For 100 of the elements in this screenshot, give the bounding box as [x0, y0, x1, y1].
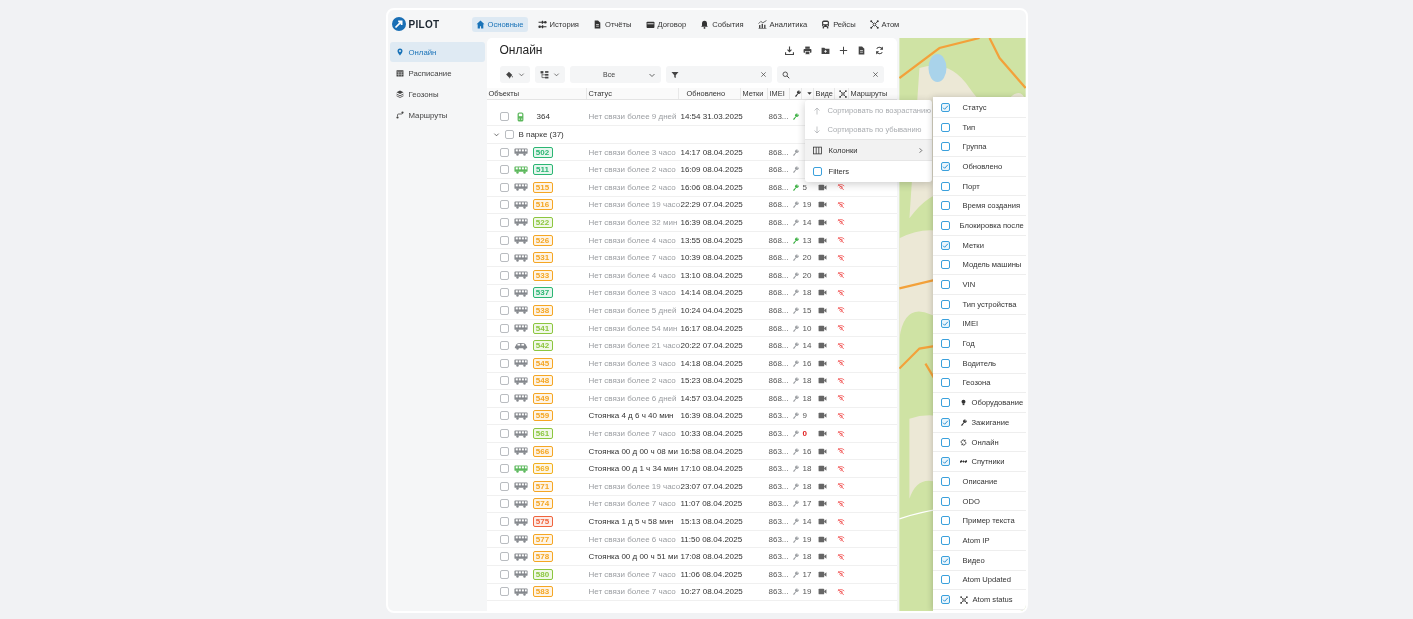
checkbox[interactable] — [499, 253, 509, 263]
grouping-dropdown[interactable] — [534, 66, 565, 83]
video-camera-icon[interactable] — [817, 235, 827, 245]
checkbox[interactable] — [940, 457, 950, 467]
checkbox[interactable] — [499, 270, 509, 280]
checkbox[interactable] — [940, 437, 950, 447]
checkbox[interactable] — [499, 464, 509, 474]
checkbox[interactable] — [940, 122, 950, 132]
checkbox[interactable] — [499, 165, 509, 175]
checkbox[interactable] — [499, 481, 509, 491]
checkbox[interactable] — [499, 411, 509, 421]
checkbox[interactable] — [499, 147, 509, 157]
checkbox[interactable] — [499, 235, 509, 245]
checkbox[interactable] — [499, 569, 509, 579]
refresh-icon[interactable] — [874, 45, 884, 55]
checkbox[interactable] — [499, 376, 509, 386]
checkbox[interactable] — [940, 476, 950, 486]
video-camera-icon[interactable] — [817, 534, 827, 544]
checkbox[interactable] — [940, 220, 950, 230]
vehicle-number: 511 — [532, 164, 553, 176]
checkbox[interactable] — [499, 112, 509, 122]
checkbox[interactable] — [940, 280, 950, 290]
video-camera-icon[interactable] — [817, 182, 827, 192]
key-icon[interactable] — [793, 90, 801, 97]
video-camera-icon[interactable] — [817, 376, 827, 386]
checkbox[interactable] — [940, 339, 950, 349]
video-camera-icon[interactable] — [817, 305, 827, 315]
checkbox[interactable] — [499, 182, 509, 192]
video-camera-icon[interactable] — [817, 517, 827, 527]
download-icon[interactable] — [784, 45, 794, 55]
satellite-count: 14 — [801, 517, 813, 527]
add-folder-icon[interactable] — [820, 45, 830, 55]
checkbox[interactable] — [940, 378, 950, 388]
checkbox[interactable] — [940, 516, 950, 526]
checkbox[interactable] — [940, 102, 950, 112]
video-camera-icon[interactable] — [817, 499, 827, 509]
checkbox[interactable] — [499, 341, 509, 351]
checkbox[interactable] — [940, 358, 950, 368]
checkbox[interactable] — [940, 417, 950, 427]
video-camera-icon[interactable] — [817, 358, 827, 368]
video-camera-icon[interactable] — [817, 323, 827, 333]
checkbox[interactable] — [940, 575, 950, 585]
close-icon[interactable] — [760, 71, 767, 78]
checkbox[interactable] — [499, 217, 509, 227]
checkbox[interactable] — [940, 496, 950, 506]
print-icon[interactable] — [802, 45, 812, 55]
checkbox[interactable] — [499, 552, 509, 562]
checkbox[interactable] — [499, 393, 509, 403]
video-camera-icon[interactable] — [817, 253, 827, 263]
filter-field[interactable] — [665, 66, 772, 83]
video-camera-icon[interactable] — [817, 200, 827, 210]
video-camera-icon[interactable] — [817, 288, 827, 298]
chevron-icon[interactable] — [492, 131, 500, 138]
video-camera-icon[interactable] — [817, 270, 827, 280]
satellite-count: 13 — [801, 235, 813, 245]
checkbox[interactable] — [940, 319, 950, 329]
checkbox[interactable] — [499, 517, 509, 527]
checkbox[interactable] — [499, 305, 509, 315]
checkbox[interactable] — [940, 181, 950, 191]
checkbox[interactable] — [940, 142, 950, 152]
checkbox[interactable] — [940, 299, 950, 309]
checkbox[interactable] — [940, 398, 950, 408]
video-camera-icon[interactable] — [817, 429, 827, 439]
checkbox[interactable] — [940, 535, 950, 545]
video-camera-icon[interactable] — [817, 393, 827, 403]
checkbox[interactable] — [940, 240, 950, 250]
document-icon[interactable] — [856, 45, 866, 55]
checkbox[interactable] — [499, 587, 509, 597]
checkbox[interactable] — [499, 446, 509, 456]
checkbox[interactable] — [940, 555, 950, 565]
checkbox[interactable] — [499, 323, 509, 333]
checkbox[interactable] — [499, 358, 509, 368]
checkbox[interactable] — [499, 288, 509, 298]
close-icon[interactable] — [871, 71, 879, 78]
checkbox[interactable] — [940, 260, 950, 270]
check-icon — [941, 103, 949, 111]
checkbox[interactable] — [940, 161, 950, 171]
network-icon[interactable] — [838, 89, 847, 98]
checkbox[interactable] — [499, 534, 509, 544]
pin-icon — [395, 48, 404, 56]
video-camera-icon[interactable] — [817, 481, 827, 491]
checkbox[interactable] — [499, 200, 509, 210]
video-camera-icon[interactable] — [817, 411, 827, 421]
video-camera-icon[interactable] — [817, 569, 827, 579]
checkbox[interactable] — [499, 429, 509, 439]
checkbox[interactable] — [940, 595, 950, 605]
checkbox[interactable] — [499, 499, 509, 509]
caret-down-icon[interactable] — [805, 90, 813, 97]
video-camera-icon[interactable] — [817, 341, 827, 351]
video-camera-icon[interactable] — [817, 587, 827, 597]
color-filter-dropdown[interactable] — [499, 66, 530, 83]
video-camera-icon[interactable] — [817, 217, 827, 227]
checkbox[interactable] — [940, 201, 950, 211]
add-icon[interactable] — [838, 45, 848, 55]
checkbox[interactable] — [812, 166, 822, 176]
video-camera-icon[interactable] — [817, 552, 827, 562]
search-field[interactable] — [777, 66, 884, 83]
checkbox[interactable] — [504, 130, 514, 139]
video-camera-icon[interactable] — [817, 464, 827, 474]
video-camera-icon[interactable] — [817, 446, 827, 456]
